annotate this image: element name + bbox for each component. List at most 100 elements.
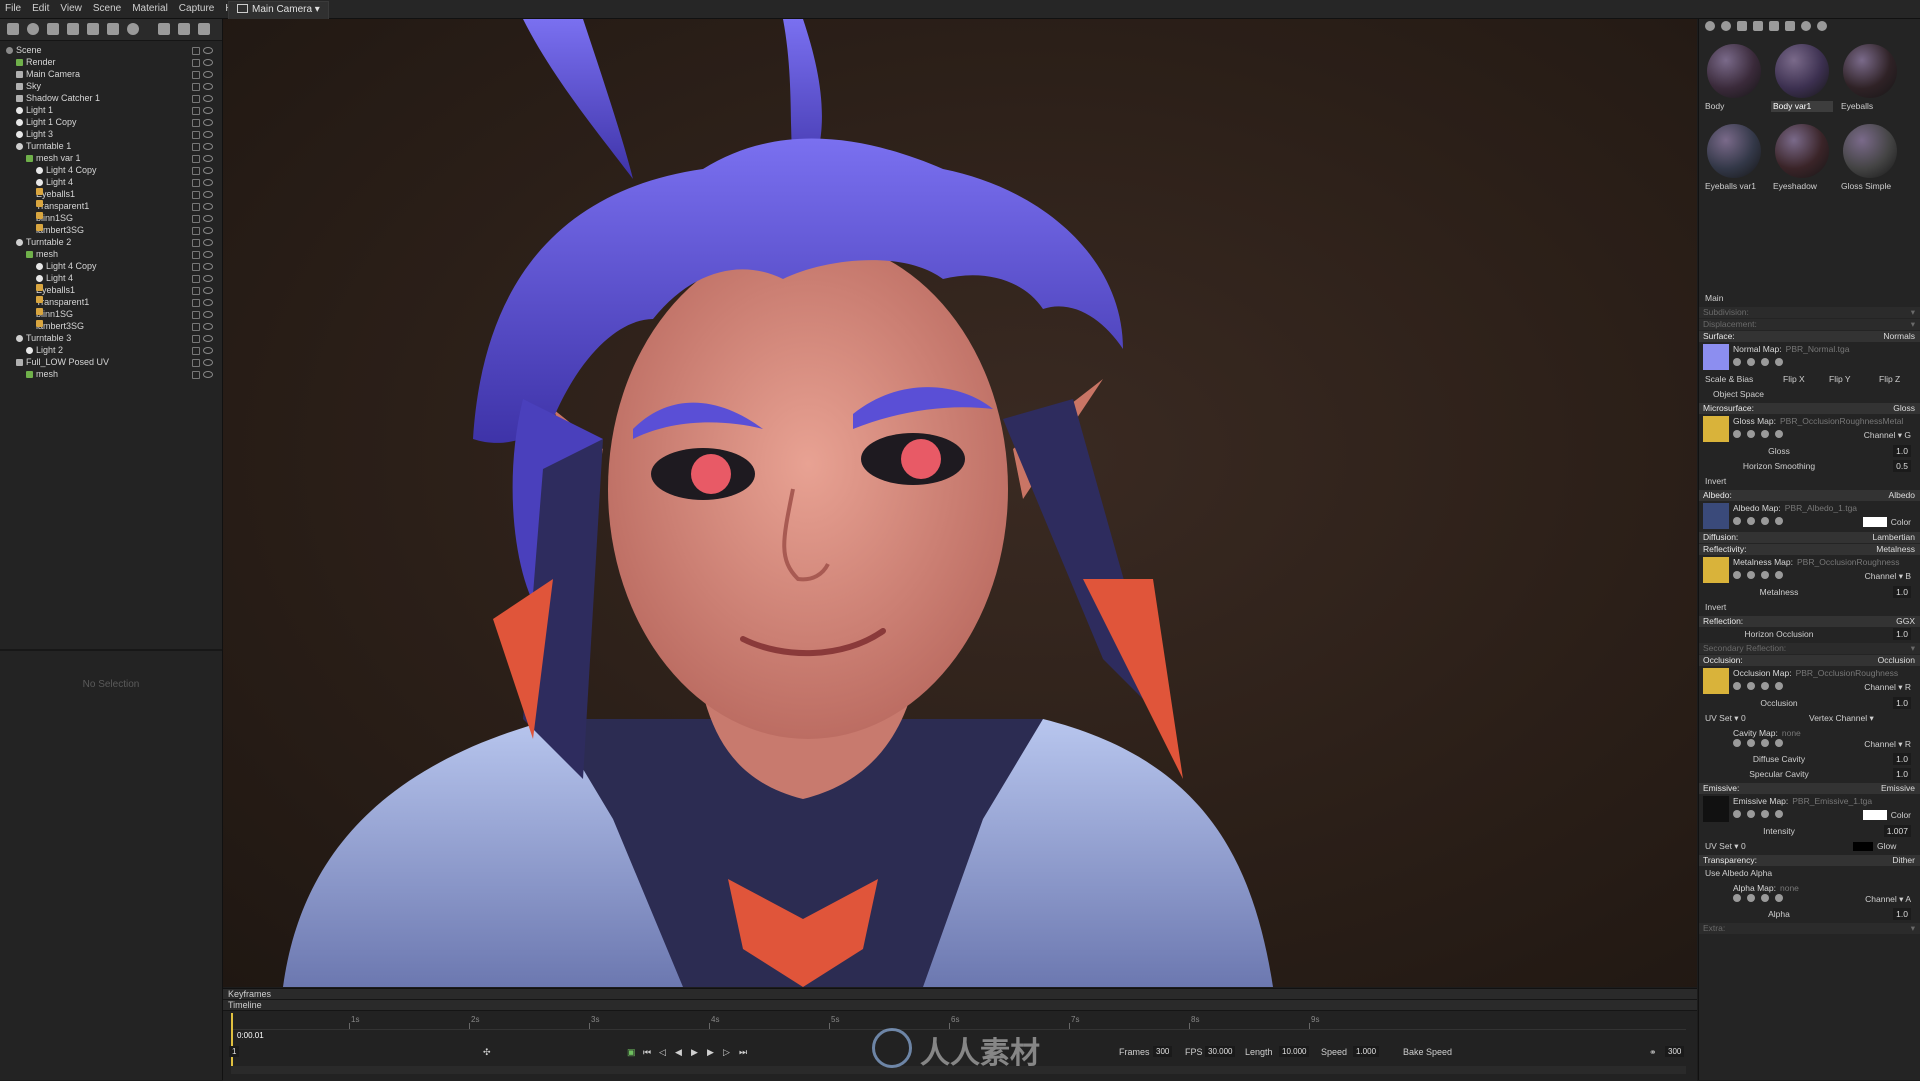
visibility-eye-icon[interactable] [203, 323, 213, 330]
scene-tree-item[interactable]: mesh [0, 368, 222, 380]
link-icon[interactable]: ⚭ [1649, 1047, 1657, 1058]
gear-icon[interactable] [1733, 894, 1741, 902]
color-swatch[interactable] [1862, 810, 1887, 820]
folder-icon[interactable] [1753, 21, 1763, 31]
flip-z-checkbox[interactable]: Flip Z [1879, 372, 1900, 387]
refresh-icon[interactable] [1761, 430, 1769, 438]
extra-section[interactable]: Extra: ▾ [1699, 923, 1920, 934]
length-value[interactable]: 10.000 [1279, 1046, 1310, 1057]
lock-icon[interactable] [192, 215, 200, 223]
skip-end-icon[interactable]: ⏭ [739, 1047, 747, 1058]
visibility-eye-icon[interactable] [203, 179, 213, 186]
3d-viewport[interactable] [223, 19, 1697, 987]
material-swatch[interactable]: Eyeballs [1839, 41, 1901, 117]
search-icon[interactable] [1747, 430, 1755, 438]
frame-field[interactable]: 1 [229, 1046, 240, 1057]
delete-icon[interactable] [198, 23, 210, 35]
glow-swatch[interactable] [1853, 842, 1873, 851]
flip-y-checkbox[interactable]: Flip Y [1829, 372, 1851, 387]
close-icon[interactable] [1775, 358, 1783, 366]
lock-icon[interactable] [192, 83, 200, 91]
visibility-eye-icon[interactable] [203, 71, 213, 78]
scene-tree-item[interactable]: Light 4 [0, 272, 222, 284]
playhead[interactable] [231, 1013, 233, 1073]
scene-tree-item[interactable]: Render [0, 56, 222, 68]
lock-icon[interactable] [192, 275, 200, 283]
visibility-eye-icon[interactable] [203, 335, 213, 342]
lock-icon[interactable] [192, 263, 200, 271]
step-forward-icon[interactable]: ▷ [723, 1047, 730, 1058]
scene-tree-item[interactable]: Turntable 1 [0, 140, 222, 152]
emissive-uv-set-select[interactable]: UV Set ▾ 0 [1705, 839, 1746, 854]
alpha-channel-select[interactable]: Channel ▾ A [1865, 894, 1911, 905]
lock-icon[interactable] [192, 227, 200, 235]
diffusion-section[interactable]: Diffusion: Lambertian [1699, 532, 1920, 543]
visibility-eye-icon[interactable] [203, 347, 213, 354]
gear-icon[interactable] [1733, 517, 1741, 525]
close-icon[interactable] [1775, 517, 1783, 525]
search-icon[interactable] [1747, 682, 1755, 690]
intensity-value[interactable]: 1.007 [1883, 825, 1911, 837]
albedo-section[interactable]: Albedo: Albedo [1699, 490, 1920, 501]
scene-tree-item[interactable]: Eyeballs1 [0, 284, 222, 296]
emissive-color[interactable]: Color [1862, 810, 1911, 820]
add-object-icon[interactable] [7, 23, 19, 35]
gear-icon[interactable] [1733, 739, 1741, 747]
alpha-value[interactable]: 1.0 [1893, 908, 1911, 920]
microsurface-section[interactable]: Microsurface: Gloss [1699, 403, 1920, 414]
scene-tree-item[interactable]: Turntable 2 [0, 236, 222, 248]
gloss-map-file[interactable]: PBR_OcclusionRoughnessMetal [1780, 416, 1903, 426]
add-sky-icon[interactable] [127, 23, 139, 35]
horizon-smoothing-value[interactable]: 0.5 [1893, 460, 1911, 472]
visibility-eye-icon[interactable] [203, 143, 213, 150]
scene-tree-item[interactable]: Turntable 3 [0, 332, 222, 344]
end-frame-value[interactable]: 300 [1665, 1046, 1685, 1057]
invert-metalness-checkbox[interactable]: Invert [1705, 600, 1726, 615]
menu-scene[interactable]: Scene [88, 0, 127, 14]
lock-icon[interactable] [192, 251, 200, 259]
refresh-icon[interactable] [1761, 894, 1769, 902]
add-audio-icon[interactable] [107, 23, 119, 35]
scene-tree-item[interactable]: Full_LOW Posed UV [0, 356, 222, 368]
surface-section[interactable]: Surface: Normals [1699, 331, 1920, 342]
gloss-map-thumbnail[interactable] [1703, 416, 1729, 442]
visibility-eye-icon[interactable] [203, 131, 213, 138]
play-icon[interactable]: ▶ [691, 1047, 698, 1058]
material-swatch[interactable]: Gloss Simple [1839, 121, 1901, 197]
visibility-eye-icon[interactable] [203, 371, 213, 378]
keyframes-header[interactable]: Keyframes [223, 989, 1697, 1000]
visibility-eye-icon[interactable] [203, 191, 213, 198]
flip-x-checkbox[interactable]: Flip X [1783, 372, 1805, 387]
lock-icon[interactable] [192, 71, 200, 79]
refresh-icon[interactable] [1761, 517, 1769, 525]
search-icon[interactable] [1747, 571, 1755, 579]
occlusion-value[interactable]: 1.0 [1893, 697, 1911, 709]
scene-tree-item[interactable]: Transparent1 [0, 200, 222, 212]
lock-icon[interactable] [192, 347, 200, 355]
visibility-eye-icon[interactable] [203, 203, 213, 210]
scene-tree-item[interactable]: Light 3 [0, 128, 222, 140]
visibility-eye-icon[interactable] [203, 287, 213, 294]
search-icon[interactable] [1747, 517, 1755, 525]
color-swatch[interactable] [1862, 517, 1887, 527]
displacement-section[interactable]: Displacement: ▾ [1699, 319, 1920, 330]
metalness-value[interactable]: 1.0 [1893, 586, 1911, 598]
material-swatch[interactable]: Eyeshadow [1771, 121, 1833, 197]
secondary-reflection-section[interactable]: Secondary Reflection: ▾ [1699, 643, 1920, 654]
scene-tree-item[interactable]: Transparent1 [0, 296, 222, 308]
refresh-icon[interactable] [1761, 358, 1769, 366]
scene-tree-item[interactable]: Main Camera [0, 68, 222, 80]
metalness-map-file[interactable]: PBR_OcclusionRoughness [1797, 557, 1900, 567]
lock-icon[interactable] [192, 311, 200, 319]
visibility-eye-icon[interactable] [203, 119, 213, 126]
select-icon[interactable] [1785, 21, 1795, 31]
refresh-icon[interactable] [1761, 810, 1769, 818]
search-icon[interactable] [1747, 810, 1755, 818]
panel-divider[interactable] [0, 649, 222, 651]
visibility-eye-icon[interactable] [203, 227, 213, 234]
menu-capture[interactable]: Capture [174, 0, 221, 14]
vertex-channel-select[interactable]: Vertex Channel ▾ [1809, 711, 1874, 726]
visibility-eye-icon[interactable] [203, 95, 213, 102]
scene-tree-item[interactable]: Light 2 [0, 344, 222, 356]
lock-icon[interactable] [192, 299, 200, 307]
